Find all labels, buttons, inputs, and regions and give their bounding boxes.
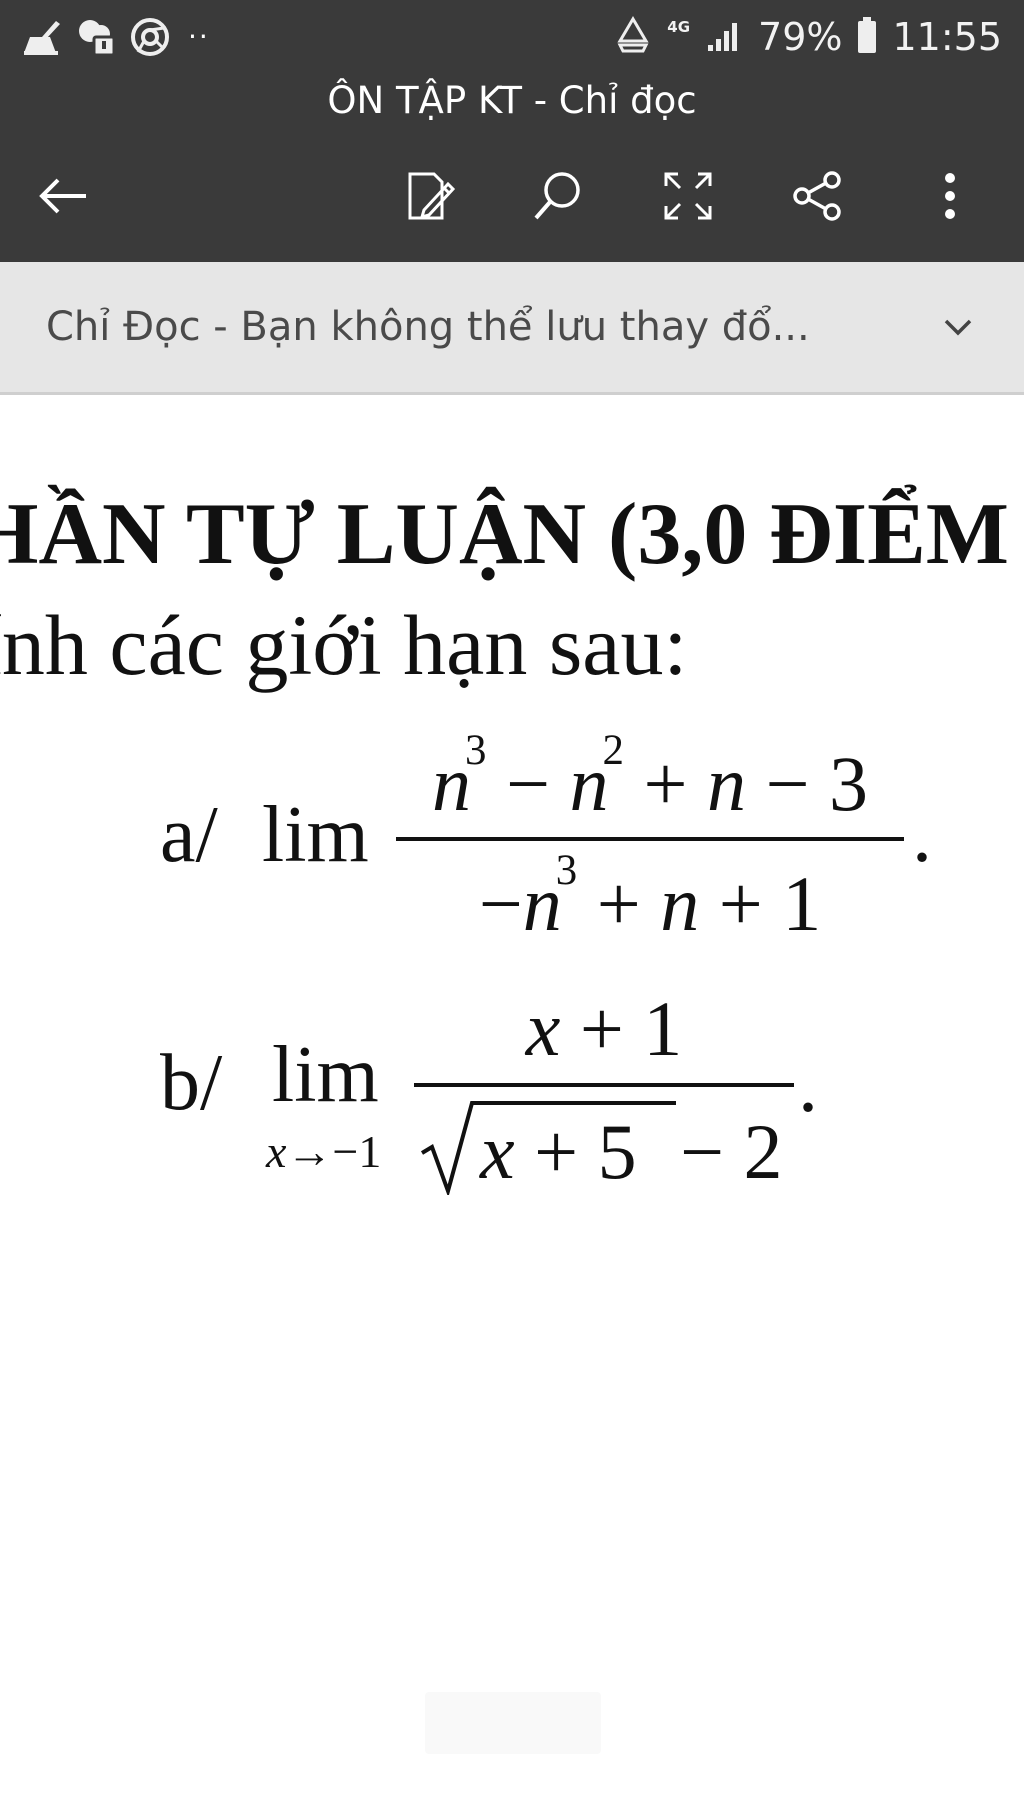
battery-percent: 79% xyxy=(758,15,843,59)
problem-b-radicand: x + 5 xyxy=(480,1108,637,1195)
battery-icon xyxy=(856,15,878,59)
problem-a-lim: lim xyxy=(262,791,369,879)
problem-a-period: . xyxy=(912,791,932,879)
problem-b-lim: lim xyxy=(272,1031,379,1119)
chevron-down-icon xyxy=(944,319,972,336)
share-icon xyxy=(793,171,841,221)
more-notifications-icon: ·· xyxy=(188,20,210,53)
toolbar xyxy=(0,150,1024,242)
recycle-icon xyxy=(613,15,653,59)
cloud-sync-icon xyxy=(74,15,118,59)
system-indicators: 4G 79% 11:55 xyxy=(613,10,1002,64)
top-app-bar: ·· 4G 79% 11:55 ÔN TẬP KT - Chỉ đọc xyxy=(0,0,1024,262)
problem-a-label: a/ xyxy=(160,791,218,879)
problem-a-numerator: n3 − n2 + n − 3 xyxy=(432,727,868,827)
problem-a-denominator: −n3 + n + 1 xyxy=(478,847,822,947)
chrome-icon xyxy=(128,15,172,59)
faint-watermark xyxy=(425,1692,601,1754)
problem-b-lim-subscript: x→−1 xyxy=(266,1126,382,1177)
document-page: HẦN TỰ LUẬN (3,0 ĐIỂM ính các giới hạn s… xyxy=(0,395,1024,1820)
problem-b-numerator: x + 1 xyxy=(525,985,683,1072)
more-options-button[interactable] xyxy=(904,150,996,242)
fullscreen-button[interactable] xyxy=(642,150,734,242)
edit-button[interactable] xyxy=(384,150,476,242)
instruction-text: ính các giới hạn sau: xyxy=(0,597,688,693)
banner-expand-button[interactable] xyxy=(932,301,984,353)
back-arrow-icon xyxy=(39,178,86,214)
fullscreen-icon xyxy=(664,172,712,220)
notification-icons: ·· xyxy=(20,12,210,62)
more-vert-icon xyxy=(945,173,955,219)
share-button[interactable] xyxy=(772,150,864,242)
clock: 11:55 xyxy=(892,15,1002,59)
problem-b-denominator-tail: − 2 xyxy=(680,1108,783,1195)
read-only-message: Chỉ Đọc - Bạn không thể lưu thay đổ... xyxy=(46,304,810,350)
status-bar: ·· 4G 79% 11:55 xyxy=(0,0,1024,74)
problem-b-label: b/ xyxy=(160,1039,223,1127)
problem-b-fraction-bar xyxy=(414,1083,794,1087)
read-only-banner[interactable]: Chỉ Đọc - Bạn không thể lưu thay đổ... xyxy=(0,262,1024,395)
edit-icon xyxy=(408,172,456,220)
problem-b-period: . xyxy=(798,1041,818,1129)
back-button[interactable] xyxy=(18,150,110,242)
signal-icon xyxy=(704,15,744,59)
problem-a-fraction-bar xyxy=(396,837,904,841)
search-button[interactable] xyxy=(512,150,604,242)
cleaner-icon xyxy=(20,15,64,59)
network-type: 4G xyxy=(667,17,691,36)
section-heading: HẦN TỰ LUẬN (3,0 ĐIỂM xyxy=(0,486,1009,583)
search-icon xyxy=(534,172,580,220)
document-title: ÔN TẬP KT - Chỉ đọc xyxy=(327,79,697,122)
